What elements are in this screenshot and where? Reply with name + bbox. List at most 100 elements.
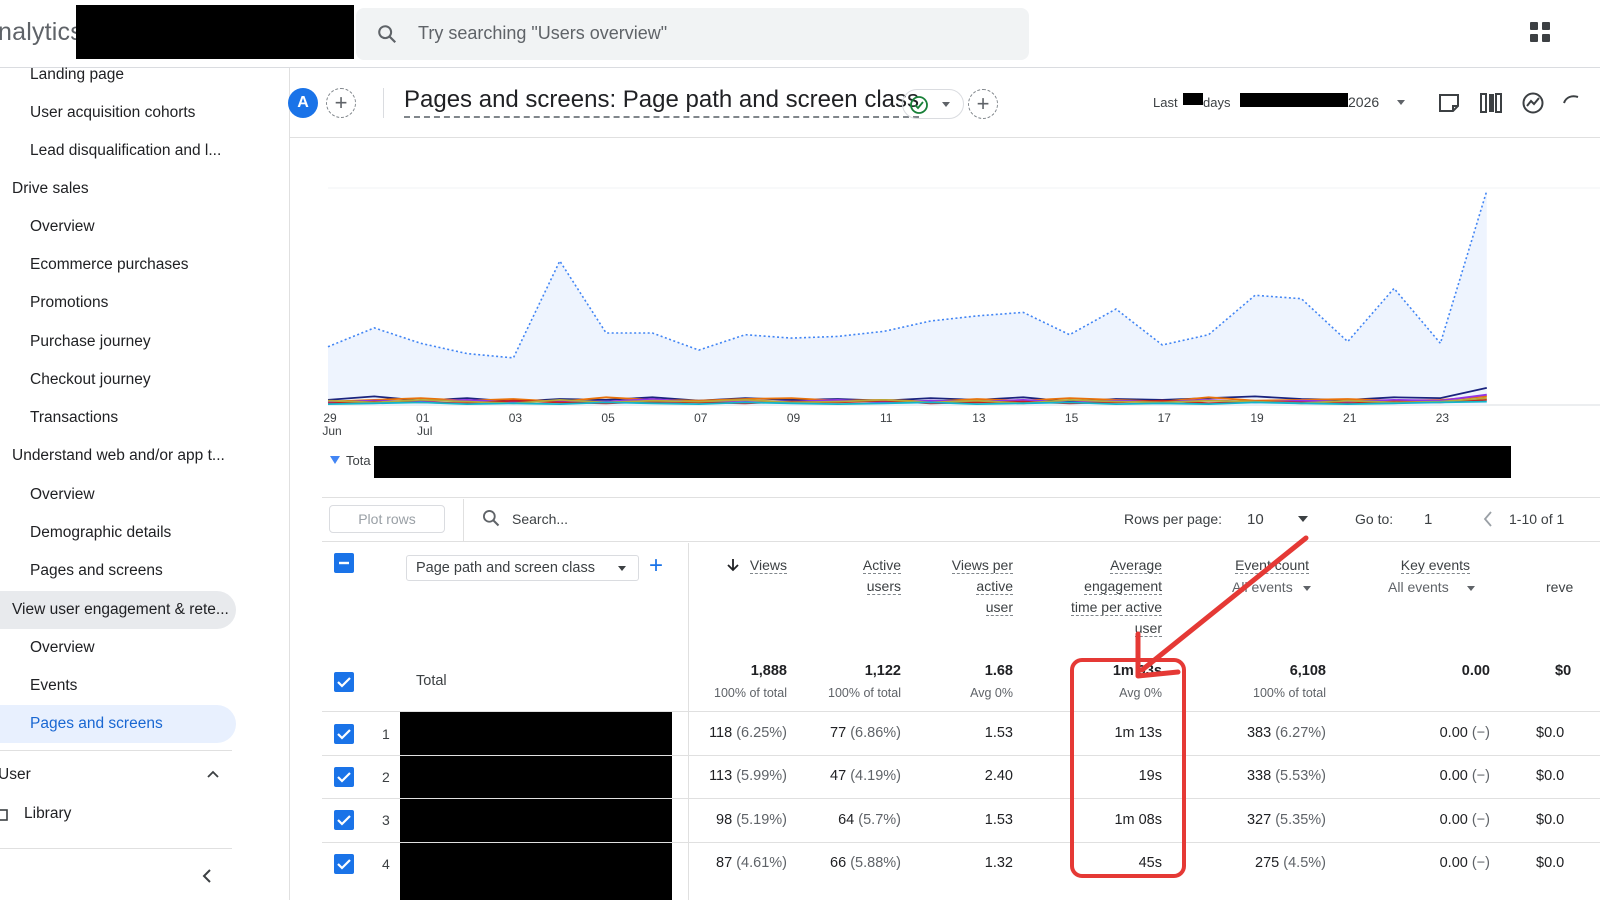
nav-lead-disqualification[interactable]: Lead disqualification and l... — [30, 132, 221, 170]
sidebar-divider — [0, 848, 232, 849]
row-events-value: 383 — [1246, 725, 1272, 741]
comparison-avatar[interactable]: A — [288, 88, 318, 118]
row-events-pct: (4.5%) — [1283, 855, 1326, 871]
row-views-value: 98 — [716, 812, 733, 828]
add-dimension-icon[interactable]: + — [649, 553, 663, 579]
col-vpu-label-1: Views per — [951, 557, 1013, 574]
chevron-left-icon[interactable] — [200, 866, 214, 886]
sidebar-divider — [0, 750, 232, 751]
nav-drive-sales[interactable]: Drive sales — [12, 170, 89, 208]
row-3-checkbox[interactable] — [334, 810, 354, 830]
row-users-value: 77 — [830, 725, 847, 741]
nav-purchase-journey[interactable]: Purchase journey — [30, 323, 151, 361]
date-dropdown-icon[interactable] — [1396, 99, 1406, 107]
row-key-value: 0.00 — [1439, 725, 1468, 741]
row-revenue: $0.0 — [1536, 855, 1565, 871]
x-tick-label: 07 — [694, 411, 708, 425]
row-events-value: 338 — [1246, 768, 1272, 784]
x-tick-month: Jul — [417, 424, 432, 438]
line-chart: 29Jun 01Jul 03 05 07 09 11 13 15 17 19 21 23 — [322, 187, 1600, 438]
nav-checkout-journey[interactable]: Checkout journey — [30, 361, 151, 399]
compare-icon[interactable] — [1479, 91, 1503, 115]
x-tick-label: 17 — [1158, 411, 1172, 425]
goto-label: Go to: — [1355, 511, 1394, 527]
nav-view-user-engagement[interactable]: View user engagement & rete... — [0, 591, 236, 629]
col-views-label: Views — [749, 557, 787, 574]
prev-page-icon[interactable] — [1482, 510, 1494, 528]
insights-icon[interactable] — [1521, 91, 1545, 115]
pagination-range: 1-10 of 1 — [1509, 511, 1565, 527]
nav-user-section[interactable]: User — [0, 756, 31, 794]
row-key-events: 0.00 (−) — [1440, 855, 1490, 871]
redacted-days-count — [1183, 93, 1203, 105]
report-status-button[interactable] — [902, 89, 964, 119]
col-active-users-label-1: Active — [862, 557, 901, 574]
nav-pages-and-screens-traffic[interactable]: Pages and screens — [30, 552, 163, 590]
total-row-checkbox[interactable] — [334, 672, 354, 692]
key-event-filter-select[interactable]: All events — [1388, 579, 1449, 595]
nav-pages-and-screens-selected[interactable]: Pages and screens — [0, 705, 236, 743]
rows-dropdown-icon[interactable] — [1297, 515, 1309, 523]
select-all-checkbox[interactable] — [334, 553, 354, 573]
row-index: 4 — [382, 856, 390, 872]
legend-total-label: Tota — [346, 453, 371, 468]
nav-demographic-details[interactable]: Demographic details — [30, 514, 171, 552]
notes-icon[interactable] — [1437, 91, 1461, 115]
nav-understand-traffic[interactable]: Understand web and/or app t... — [12, 437, 225, 475]
total-views-sub: 100% of total — [714, 686, 787, 700]
nav-engagement-overview[interactable]: Overview — [30, 629, 95, 667]
row-users-pct: (5.7%) — [858, 812, 901, 828]
row-views-per-user: 1.53 — [984, 725, 1013, 741]
chevron-up-icon[interactable] — [205, 768, 221, 780]
x-tick-label: 09 — [787, 411, 801, 425]
share-icon[interactable] — [1560, 91, 1584, 115]
date-range-year[interactable]: 2026 — [1348, 94, 1379, 110]
row-events-pct: (5.35%) — [1275, 812, 1326, 828]
date-range-prefix: Last — [1153, 95, 1178, 110]
redacted-date-range — [1240, 93, 1348, 107]
nav-user-acquisition-cohorts[interactable]: User acquisition cohorts — [30, 94, 195, 132]
row-users-value: 66 — [830, 855, 847, 871]
row-views-per-user: 1.32 — [984, 855, 1013, 871]
plot-rows-button[interactable]: Plot rows — [329, 505, 445, 533]
nav-events[interactable]: Events — [30, 667, 77, 705]
row-revenue: $0.0 — [1536, 768, 1565, 784]
row-2-checkbox[interactable] — [334, 767, 354, 787]
col-header-key-events[interactable]: Key events — [1400, 555, 1470, 576]
search-bar[interactable]: Try searching "Users overview" — [356, 8, 1029, 60]
toolbar-divider — [463, 499, 464, 541]
row-users-value: 47 — [830, 768, 847, 784]
apps-grid-icon[interactable] — [1530, 22, 1554, 46]
add-comparison-button[interactable]: + — [326, 88, 356, 118]
add-card-button[interactable]: + — [968, 89, 998, 119]
row-views-pct: (5.19%) — [736, 812, 787, 828]
x-tick-label: 13 — [972, 411, 986, 425]
dimension-select[interactable]: Page path and screen class — [406, 555, 639, 581]
nav-landing-page[interactable]: Landing page — [30, 56, 124, 94]
rows-per-page-select[interactable]: 10 — [1247, 511, 1264, 528]
nav-traffic-overview[interactable]: Overview — [30, 476, 95, 514]
redacted-legend-entries — [374, 446, 1511, 478]
table-search-input[interactable]: Search... — [512, 511, 568, 527]
col-header-revenue[interactable]: reve — [1546, 579, 1573, 595]
col-header-active-users[interactable]: Active users — [862, 555, 901, 597]
nav-library[interactable]: Library — [24, 795, 71, 833]
col-vpu-label-2: active — [976, 578, 1013, 595]
top-bar: nalytics Try searching "Users overview" — [0, 0, 1600, 68]
row-4-checkbox[interactable] — [334, 854, 354, 874]
row-users: 66 (5.88%) — [830, 855, 901, 871]
col-header-views[interactable]: Views — [749, 555, 787, 576]
header-divider — [383, 88, 384, 118]
row-events-pct: (5.53%) — [1275, 768, 1326, 784]
nav-promotions[interactable]: Promotions — [30, 284, 108, 322]
row-users: 64 (5.7%) — [838, 812, 901, 828]
nav-ecommerce-purchases[interactable]: Ecommerce purchases — [30, 246, 189, 284]
sort-down-arrow-icon[interactable] — [727, 558, 739, 572]
row-1-checkbox[interactable] — [334, 724, 354, 744]
key-event-dropdown-icon[interactable] — [1466, 585, 1476, 592]
nav-transactions[interactable]: Transactions — [30, 399, 118, 437]
goto-page-input[interactable]: 1 — [1424, 511, 1432, 528]
nav-sales-overview[interactable]: Overview — [30, 208, 95, 246]
search-icon — [378, 25, 397, 44]
col-header-views-per-user[interactable]: Views per active user — [951, 555, 1013, 618]
